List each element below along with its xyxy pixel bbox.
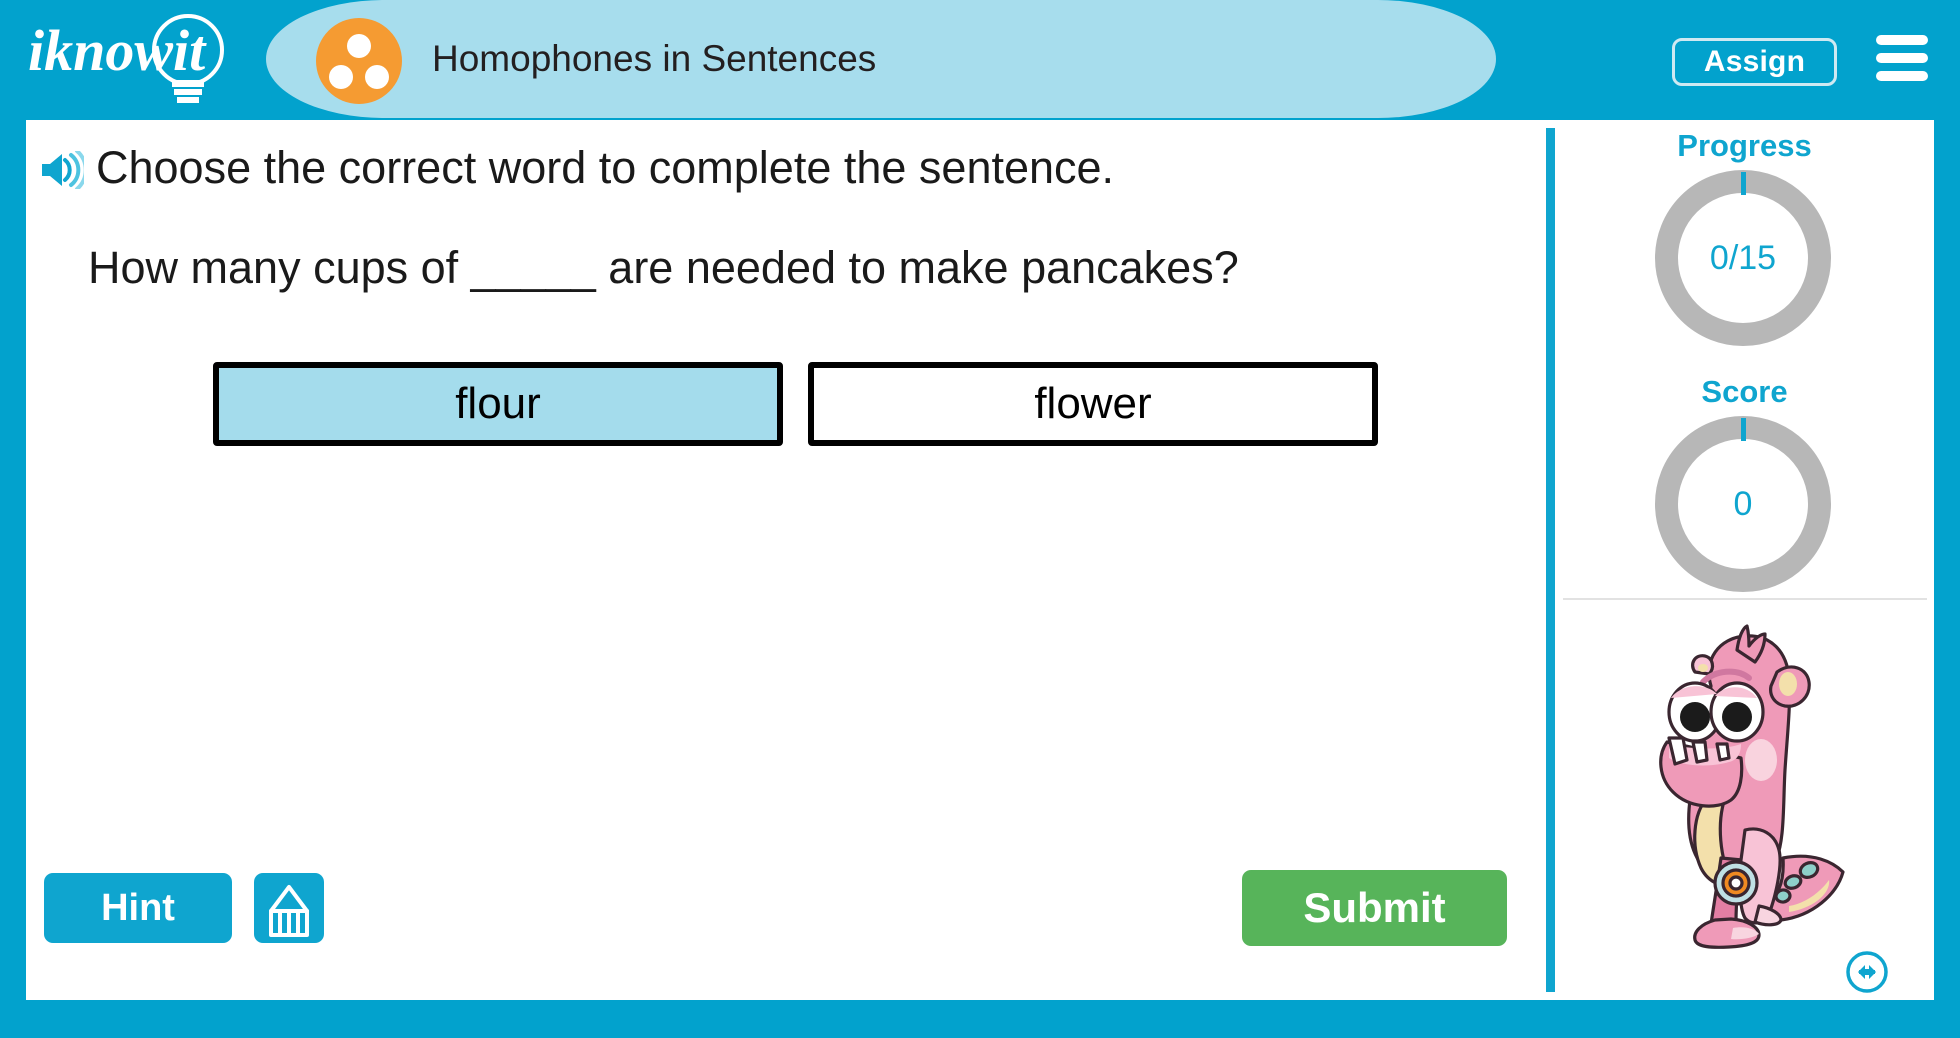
- svg-text:iknowit: iknowit: [28, 18, 207, 83]
- sidebar-divider: [1546, 128, 1555, 992]
- app-header: iknowit Homophones in Sentences Assign: [0, 0, 1960, 120]
- horizontal-double-arrow-icon[interactable]: [1845, 950, 1889, 994]
- app-root: iknowit Homophones in Sentences Assign C…: [0, 0, 1960, 1038]
- sentence-text: How many cups of _____ are needed to mak…: [88, 242, 1239, 294]
- answer-choice-1[interactable]: flower: [808, 362, 1378, 446]
- topic-tab: Homophones in Sentences: [266, 0, 1496, 118]
- iknowit-logo[interactable]: iknowit: [22, 8, 252, 108]
- submit-button[interactable]: Submit: [1242, 870, 1507, 946]
- pencil-scratchpad-icon: [254, 883, 324, 939]
- answer-choice-0[interactable]: flour: [213, 362, 783, 446]
- hamburger-menu-icon[interactable]: [1876, 35, 1928, 87]
- progress-label: Progress: [1677, 128, 1812, 163]
- score-label: Score: [1701, 374, 1788, 409]
- scratchpad-button[interactable]: [254, 873, 324, 943]
- speaker-audio-icon[interactable]: [40, 148, 88, 200]
- topic-title: Homophones in Sentences: [432, 38, 877, 79]
- score-value: 0: [1733, 484, 1753, 523]
- score-donut: 0: [1655, 416, 1831, 592]
- sentence-blank: _____: [470, 242, 596, 293]
- assign-button[interactable]: Assign: [1672, 38, 1837, 86]
- pink-dinosaur-mascot[interactable]: [1633, 620, 1863, 950]
- question-area: Choose the correct word to complete the …: [26, 120, 1548, 1000]
- hint-button[interactable]: Hint: [44, 873, 232, 943]
- progress-donut: 0/15: [1655, 170, 1831, 346]
- three-dots-circle-icon: [316, 18, 402, 104]
- progress-value: 0/15: [1709, 238, 1777, 277]
- instruction-row: Choose the correct word to complete the …: [40, 142, 1490, 200]
- main-panel: Choose the correct word to complete the …: [26, 120, 1934, 1000]
- sidebar-section-divider: [1563, 598, 1927, 600]
- instruction-text: Choose the correct word to complete the …: [96, 142, 1115, 193]
- sentence-before: How many cups of: [88, 242, 471, 293]
- sentence-after: are needed to make pancakes?: [595, 242, 1239, 293]
- status-sidebar: Progress 0/15 Score 0: [1555, 120, 1934, 1000]
